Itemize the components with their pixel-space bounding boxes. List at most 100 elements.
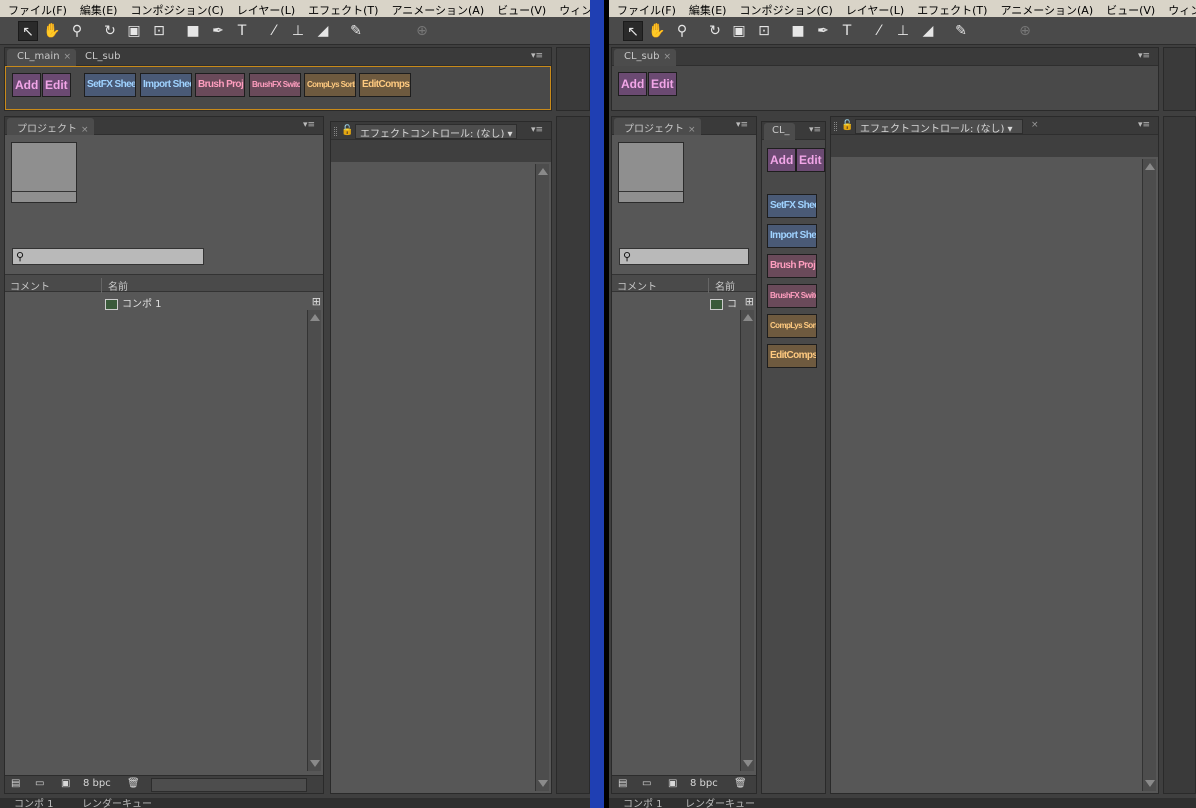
puppet-tool-icon[interactable]: ✎: [951, 21, 971, 41]
new-folder-icon[interactable]: ▭: [35, 778, 44, 789]
lock-icon[interactable]: 🔓: [341, 125, 353, 136]
new-folder-icon[interactable]: ▭: [642, 778, 651, 789]
tab-cl-side[interactable]: CL_: [764, 123, 795, 140]
menu-file[interactable]: ファイル(F): [609, 0, 681, 17]
type-tool-icon[interactable]: T: [837, 21, 857, 41]
rectangle-tool-icon[interactable]: ■: [788, 21, 808, 41]
panel-menu-icon[interactable]: ▾≡: [1138, 120, 1150, 130]
import-sheet-button[interactable]: Import Sheet: [767, 224, 817, 248]
close-icon[interactable]: ×: [1031, 120, 1039, 130]
brushfx-switch-button[interactable]: BrushFX Switch: [249, 73, 301, 97]
brush-proj-button[interactable]: Brush Proj: [195, 73, 245, 97]
menu-view[interactable]: ビュー(V): [1098, 0, 1160, 17]
camera-tool-icon[interactable]: ▣: [124, 21, 144, 41]
menu-effect[interactable]: エフェクト(T): [909, 0, 992, 17]
complys-sorting-button[interactable]: CompLys Sorting: [304, 73, 356, 97]
trash-icon[interactable]: 🗑: [127, 778, 140, 789]
menu-edit[interactable]: 編集(E): [681, 0, 732, 17]
puppet-tool-icon[interactable]: ✎: [346, 21, 366, 41]
tab-cl-main[interactable]: CL_main ×: [7, 49, 77, 66]
effect-controls-selector[interactable]: エフェクトコントロール: (なし) ▾: [355, 124, 517, 139]
edit-button[interactable]: Edit: [648, 72, 677, 96]
interpret-footage-icon[interactable]: ▤: [618, 778, 627, 789]
clone-stamp-tool-icon[interactable]: ⊥: [893, 21, 913, 41]
selection-tool-icon[interactable]: ↖: [623, 21, 643, 41]
column-name[interactable]: 名前: [101, 278, 128, 293]
vertical-scrollbar[interactable]: [307, 310, 321, 771]
brush-tool-icon[interactable]: ⁄: [869, 21, 889, 41]
menu-file[interactable]: ファイル(F): [0, 0, 72, 17]
tab-cl-sub[interactable]: CL_sub ×: [614, 49, 676, 66]
panel-grip[interactable]: [334, 127, 337, 136]
brush-proj-button[interactable]: Brush Proj: [767, 254, 817, 278]
add-button[interactable]: Add: [767, 148, 797, 172]
interpret-footage-icon[interactable]: ▤: [11, 778, 20, 789]
eraser-tool-icon[interactable]: ◢: [918, 21, 938, 41]
lock-icon[interactable]: 🔓: [841, 120, 853, 131]
panel-menu-icon[interactable]: ▾≡: [531, 125, 543, 135]
hand-tool-icon[interactable]: ✋: [647, 21, 667, 41]
list-item[interactable]: コンポ 1: [105, 295, 162, 311]
editcomps-button[interactable]: EditComps: [767, 344, 817, 368]
column-comment[interactable]: コメント: [10, 278, 50, 293]
effect-controls-selector[interactable]: エフェクトコントロール: (なし) ▾: [855, 119, 1023, 134]
trash-icon[interactable]: 🗑: [734, 778, 747, 789]
zoom-tool-icon[interactable]: ⚲: [67, 21, 87, 41]
pan-behind-tool-icon[interactable]: ⊡: [149, 21, 169, 41]
zoom-tool-icon[interactable]: ⚲: [672, 21, 692, 41]
bpc-label[interactable]: 8 bpc: [83, 778, 111, 789]
search-input[interactable]: ⚲: [619, 248, 749, 265]
vertical-scrollbar[interactable]: [535, 164, 549, 791]
menu-composition[interactable]: コンポジション(C): [731, 0, 837, 17]
import-sheet-button[interactable]: Import Sheet: [140, 73, 192, 97]
setfx-sheet-button[interactable]: SetFX Sheet: [767, 194, 817, 218]
rotate-tool-icon[interactable]: ↻: [100, 21, 120, 41]
menu-view[interactable]: ビュー(V): [489, 0, 551, 17]
rectangle-tool-icon[interactable]: ■: [183, 21, 203, 41]
camera-tool-icon[interactable]: ▣: [729, 21, 749, 41]
vertical-scrollbar[interactable]: [740, 310, 754, 771]
panel-menu-icon[interactable]: ▾≡: [736, 120, 748, 130]
panel-menu-icon[interactable]: ▾≡: [531, 51, 543, 61]
menu-window[interactable]: ウィンドウ(W): [1160, 0, 1196, 17]
panel-menu-icon[interactable]: ▾≡: [303, 120, 315, 130]
type-tool-icon[interactable]: T: [232, 21, 252, 41]
pen-tool-icon[interactable]: ✒: [208, 21, 228, 41]
menu-layer[interactable]: レイヤー(L): [229, 0, 300, 17]
flowchart-icon[interactable]: ⊞: [312, 295, 321, 308]
new-comp-icon[interactable]: ▣: [668, 778, 677, 789]
menu-effect[interactable]: エフェクト(T): [300, 0, 383, 17]
vertical-scrollbar[interactable]: [1142, 159, 1156, 791]
new-comp-icon[interactable]: ▣: [61, 778, 70, 789]
panel-menu-icon[interactable]: ▾≡: [1138, 51, 1150, 61]
horizontal-scrollbar[interactable]: [151, 778, 307, 792]
brush-tool-icon[interactable]: ⁄: [264, 21, 284, 41]
list-item[interactable]: コ: [710, 295, 737, 311]
tab-cl-sub[interactable]: CL_sub: [75, 49, 125, 66]
menu-window[interactable]: ウィンドウ(W): [551, 0, 590, 17]
menu-edit[interactable]: 編集(E): [72, 0, 123, 17]
pan-behind-tool-icon[interactable]: ⊡: [754, 21, 774, 41]
complys-sorting-button[interactable]: CompLys Sorting: [767, 314, 817, 338]
add-button[interactable]: Add: [618, 72, 648, 96]
tab-render-queue[interactable]: レンダーキュー: [82, 798, 152, 808]
edit-button[interactable]: Edit: [42, 73, 71, 97]
search-input[interactable]: ⚲: [12, 248, 204, 265]
brushfx-switch-button[interactable]: BrushFX Switch: [767, 284, 817, 308]
add-button[interactable]: Add: [12, 73, 42, 97]
panel-menu-icon[interactable]: ▾≡: [809, 125, 821, 135]
column-name[interactable]: 名前: [708, 278, 735, 293]
tab-comp1[interactable]: コンポ 1: [623, 798, 663, 808]
hand-tool-icon[interactable]: ✋: [42, 21, 62, 41]
tab-render-queue[interactable]: レンダーキュー: [685, 798, 755, 808]
selection-tool-icon[interactable]: ↖: [18, 21, 38, 41]
edit-button[interactable]: Edit: [796, 148, 825, 172]
panel-grip[interactable]: [834, 122, 837, 131]
setfx-sheet-button[interactable]: SetFX Sheet: [84, 73, 136, 97]
clone-stamp-tool-icon[interactable]: ⊥: [288, 21, 308, 41]
column-comment[interactable]: コメント: [617, 278, 657, 293]
flowchart-icon[interactable]: ⊞: [745, 295, 754, 308]
tab-project[interactable]: プロジェクト ×: [7, 118, 94, 135]
rotate-tool-icon[interactable]: ↻: [705, 21, 725, 41]
bpc-label[interactable]: 8 bpc: [690, 778, 718, 789]
